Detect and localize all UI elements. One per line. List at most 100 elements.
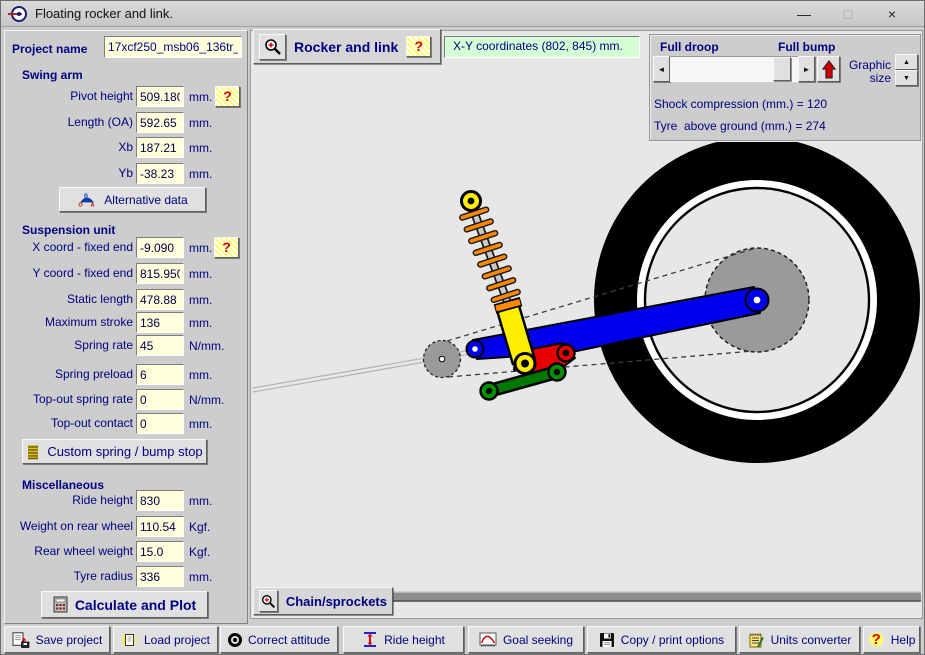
topout-contact-row: Top-out contact mm. [5, 413, 247, 434]
scroll-right-button[interactable]: ► [798, 56, 815, 82]
xb-row: Xb mm. [5, 137, 247, 158]
scrollbar-thumb[interactable] [773, 57, 791, 81]
copy-print-options-button[interactable]: Copy / print options [587, 626, 736, 653]
scrollbar-track[interactable] [670, 56, 798, 82]
travel-scrollbar[interactable]: ◄ ► [653, 56, 815, 82]
static-length-input[interactable] [136, 289, 184, 310]
x-coord-input[interactable] [136, 237, 184, 258]
svg-text:A: A [91, 203, 95, 208]
ride-height-input[interactable] [136, 490, 184, 511]
weight-rear-wheel-label: Weight on rear wheel [7, 519, 133, 533]
ride-height-label: Ride height [7, 493, 133, 507]
unit-label: mm. [189, 141, 212, 155]
app-icon [11, 6, 27, 22]
full-droop-label: Full droop [660, 40, 719, 54]
tyre-radius-label: Tyre radius [7, 569, 133, 583]
save-project-icon [12, 632, 30, 648]
topout-contact-input[interactable] [136, 413, 184, 434]
spring-preload-input[interactable] [136, 364, 184, 385]
load-project-button[interactable]: Load project [113, 626, 218, 653]
rear-wheel-weight-label: Rear wheel weight [7, 544, 133, 558]
zoom-chain-button[interactable] [259, 590, 278, 612]
y-coord-input[interactable] [136, 263, 184, 284]
pivot-height-row: Pivot height mm. [5, 86, 247, 107]
maximum-stroke-input[interactable] [136, 312, 184, 333]
topout-spring-rate-row: Top-out spring rate N/mm. [5, 389, 247, 410]
full-travel-button[interactable] [817, 56, 840, 82]
topout-contact-label: Top-out contact [7, 416, 133, 430]
minimize-button[interactable]: — [782, 6, 826, 22]
rocker-help-button[interactable]: ? [406, 36, 431, 57]
units-converter-icon [748, 632, 765, 648]
magnifier-icon [261, 594, 276, 609]
ground-bar [341, 592, 921, 601]
close-button[interactable]: × [870, 6, 914, 22]
ride-height-label: Ride height [384, 633, 445, 647]
topout-spring-rate-input[interactable] [136, 389, 184, 410]
help-button[interactable]: ? Help [863, 626, 920, 653]
tab-chain-sprockets[interactable]: Chain/sprockets [253, 587, 393, 615]
units-converter-label: Units converter [771, 633, 852, 647]
goal-seeking-button[interactable]: Goal seeking [468, 626, 584, 653]
rear-wheel-weight-row: Rear wheel weight Kgf. [5, 541, 247, 562]
unit-label: mm. [189, 494, 212, 508]
maximize-button: □ [826, 6, 870, 22]
calculate-and-plot-button[interactable]: Calculate and Plot [41, 591, 208, 618]
unit-label: Kgf. [189, 545, 210, 559]
weight-rear-wheel-input[interactable] [136, 516, 184, 537]
scroll-left-button[interactable]: ◄ [653, 56, 670, 82]
suspension-help-button[interactable]: ? [214, 237, 239, 258]
unit-label: mm. [189, 267, 212, 281]
spring-rate-input[interactable] [136, 335, 184, 356]
spring-icon [26, 444, 40, 460]
length-oa-input[interactable] [136, 112, 184, 133]
app-window: Floating rocker and link. — □ × Project … [0, 0, 925, 655]
correct-attitude-button[interactable]: Correct attitude [220, 626, 338, 653]
alternative-data-button[interactable]: B O A Alternative data [59, 187, 206, 212]
title-bar: Floating rocker and link. — □ × [1, 1, 924, 27]
unit-label: mm. [189, 293, 212, 307]
y-coord-row: Y coord - fixed end mm. [5, 263, 247, 284]
rocker-tab-label: Rocker and link [294, 39, 398, 55]
suspension-section-title: Suspension unit [22, 223, 115, 237]
static-length-label: Static length [7, 292, 133, 306]
ride-height-button[interactable]: Ride height [343, 626, 464, 653]
window-title: Floating rocker and link. [35, 6, 173, 21]
unit-label: mm. [189, 167, 212, 181]
topout-spring-rate-label: Top-out spring rate [7, 392, 133, 406]
rear-wheel-weight-input[interactable] [136, 541, 184, 562]
floppy-disk-icon [599, 632, 615, 648]
goal-seeking-label: Goal seeking [503, 633, 573, 647]
svg-text:O: O [79, 203, 84, 208]
tyre-radius-input[interactable] [136, 566, 184, 587]
unit-label: mm. [189, 417, 212, 431]
xy-coordinates-readout: X-Y coordinates (802, 845) mm. [444, 36, 640, 58]
zoom-rocker-button[interactable] [259, 34, 286, 60]
size-down-button[interactable]: ▼ [895, 70, 918, 86]
unit-label: mm. [189, 116, 212, 130]
yb-input[interactable] [136, 163, 184, 184]
graphic-size-spinner[interactable]: ▲ ▼ [895, 54, 918, 86]
pivot-height-input[interactable] [136, 86, 184, 107]
length-oa-row: Length (OA) mm. [5, 112, 247, 133]
units-converter-button[interactable]: Units converter [739, 626, 860, 653]
alternative-data-icon: B O A [77, 192, 97, 207]
alternative-data-label: Alternative data [104, 193, 187, 207]
correct-attitude-label: Correct attitude [248, 633, 330, 647]
custom-spring-button[interactable]: Custom spring / bump stop [22, 439, 207, 464]
static-length-row: Static length mm. [5, 289, 247, 310]
custom-spring-label: Custom spring / bump stop [47, 444, 202, 459]
maximum-stroke-label: Maximum stroke [7, 315, 133, 329]
ride-height-icon [362, 631, 378, 648]
tab-rocker-and-link[interactable]: Rocker and link ? [253, 29, 441, 64]
xb-label: Xb [7, 140, 133, 154]
tyre-above-ground-readout: Tyre above ground (mm.) = 274 [654, 119, 826, 133]
full-bump-label: Full bump [778, 40, 835, 54]
size-up-button[interactable]: ▲ [895, 54, 918, 70]
save-project-button[interactable]: Save project [4, 626, 110, 653]
front-sprocket [424, 341, 461, 378]
project-name-input[interactable] [104, 36, 242, 58]
swing-arm-help-button[interactable]: ? [215, 86, 240, 107]
goal-seeking-icon [479, 632, 497, 648]
xb-input[interactable] [136, 137, 184, 158]
